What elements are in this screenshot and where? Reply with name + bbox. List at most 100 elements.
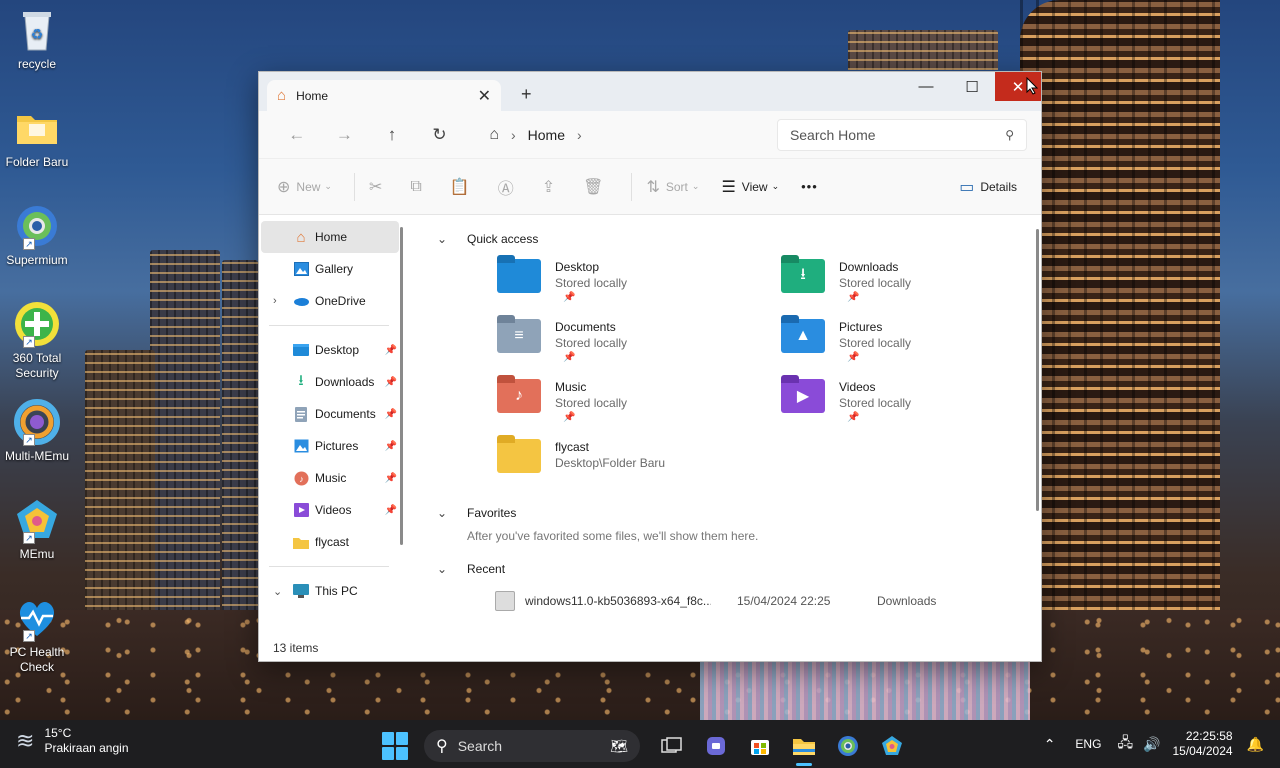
desktop-folder-icon — [497, 255, 541, 293]
svg-text:♻: ♻ — [31, 26, 44, 42]
refresh-icon[interactable]: ↻ — [416, 125, 464, 145]
address-bar[interactable]: ⌂ › Home › — [477, 119, 761, 151]
quick-access-music[interactable]: ♪ Music Stored locally 📌 — [497, 375, 781, 439]
search-highlight-icon: 🗺 — [610, 737, 628, 754]
close-tab-icon[interactable]: ✕ — [478, 86, 491, 106]
sidebar-item-downloads[interactable]: ⭳ Downloads 📌 — [261, 366, 399, 398]
pin-icon[interactable]: 📌 — [385, 345, 397, 356]
quick-access-header[interactable]: ⌄ Quick access — [437, 227, 1041, 251]
quick-access-pictures[interactable]: ▲ Pictures Stored locally 📌 — [781, 315, 1041, 379]
quick-access-documents[interactable]: ≡ Documents Stored locally 📌 — [497, 315, 781, 379]
teams-chat-icon[interactable] — [694, 726, 738, 766]
forward-arrow-icon[interactable]: → — [321, 125, 369, 145]
download-arrow-icon: ⭳ — [298, 371, 304, 389]
search-input[interactable] — [789, 126, 1006, 143]
copy-button[interactable]: ⧉ — [410, 178, 427, 196]
desktop-icon-recycle[interactable]: ♻ recycle — [0, 6, 74, 72]
delete-button[interactable]: 🗑 — [583, 177, 609, 197]
quick-access-desktop[interactable]: Desktop Stored locally 📌 — [497, 255, 781, 319]
pictures-folder-icon: ▲ — [781, 315, 825, 353]
pin-icon[interactable]: 📌 — [385, 441, 397, 452]
pin-icon[interactable]: 📌 — [385, 409, 397, 420]
sidebar-item-music[interactable]: ♪ Music 📌 — [261, 462, 399, 494]
file-explorer-icon[interactable] — [782, 726, 826, 766]
sidebar-item-home[interactable]: ⌂ Home — [261, 221, 399, 253]
sort-button[interactable]: ⇅ Sort ⌄ — [646, 177, 699, 197]
tab-home[interactable]: ⌂ Home ✕ — [267, 80, 501, 111]
back-arrow-icon[interactable]: ← — [273, 125, 321, 145]
details-button[interactable]: ▭ Details — [959, 177, 1017, 197]
chevron-up-icon[interactable]: ⌃ — [1044, 736, 1056, 753]
wind-weather-icon: ≋ — [16, 728, 35, 753]
sidebar-item-gallery[interactable]: Gallery — [261, 253, 399, 285]
up-arrow-icon[interactable]: ↑ — [368, 125, 416, 145]
weather-widget[interactable]: ≋ 15°C Prakiraan angin — [16, 726, 129, 756]
sidebar-item-flycast[interactable]: flycast — [261, 526, 399, 558]
desktop-icon-multi-memu[interactable]: ↗ Multi-MEmu — [0, 398, 74, 464]
search-box[interactable]: ⚲ — [776, 118, 1027, 151]
desktop-icon-supermium[interactable]: ↗ Supermium — [0, 202, 74, 268]
volume-icon[interactable]: 🔊 — [1143, 736, 1160, 753]
rename-button[interactable]: Ⓐ — [498, 175, 520, 199]
chevron-down-icon: ⌄ — [324, 181, 332, 191]
onedrive-cloud-icon — [293, 293, 309, 309]
task-view-icon[interactable] — [650, 726, 694, 766]
quick-access-flycast[interactable]: flycast Desktop\Folder Baru — [497, 435, 781, 499]
content-scrollbar[interactable] — [1036, 229, 1039, 511]
chevron-down-icon: ⌄ — [437, 506, 448, 520]
desktop-icon-360-total-security[interactable]: ↗ 360 Total Security — [0, 300, 74, 381]
folder-icon — [13, 104, 61, 152]
language-indicator[interactable]: ENG — [1075, 737, 1101, 751]
share-button[interactable]: ⇪ — [542, 177, 561, 197]
new-button[interactable]: ⊕ New ⌄ — [277, 177, 332, 197]
paste-button[interactable]: 📋 — [450, 177, 476, 197]
chevron-right-icon[interactable]: › — [273, 295, 277, 307]
taskbar-search[interactable]: ⚲ Search 🗺 — [424, 730, 640, 762]
view-button[interactable]: ☰ View ⌄ — [721, 177, 779, 197]
status-bar: 13 items — [259, 635, 1041, 661]
desktop-icon-folder-baru[interactable]: Folder Baru — [0, 104, 74, 170]
sidebar-item-onedrive[interactable]: › OneDrive — [261, 285, 399, 317]
breadcrumb-home[interactable]: Home — [528, 127, 565, 143]
microsoft-store-icon[interactable] — [738, 726, 782, 766]
sidebar-item-this-pc[interactable]: ⌄ This PC — [261, 575, 399, 607]
notification-bell-icon[interactable]: 🔔 — [1247, 736, 1264, 753]
desktop-folder-icon — [293, 342, 309, 358]
videos-folder-icon: ▶ — [781, 375, 825, 413]
memu-icon[interactable] — [870, 726, 914, 766]
sidebar-item-desktop[interactable]: Desktop 📌 — [261, 334, 399, 366]
pin-icon[interactable]: 📌 — [385, 377, 397, 388]
sidebar-scrollbar[interactable] — [400, 227, 403, 545]
pin-icon: 📌 — [847, 292, 860, 303]
chevron-right-icon[interactable]: › — [577, 127, 582, 143]
desktop-icon-memu[interactable]: ↗ MEmu — [0, 496, 74, 562]
sidebar-item-documents[interactable]: Documents 📌 — [261, 398, 399, 430]
favorites-header[interactable]: ⌄ Favorites — [437, 501, 1041, 525]
pin-icon[interactable]: 📌 — [385, 505, 397, 516]
pin-icon[interactable]: 📌 — [385, 473, 397, 484]
supermium-browser-icon[interactable] — [826, 726, 870, 766]
maximize-button[interactable]: ☐ — [949, 72, 995, 101]
recent-file-row[interactable]: windows11.0-kb5036893-x64_f8c... 15/04/2… — [495, 591, 1041, 611]
quick-access-videos[interactable]: ▶ Videos Stored locally 📌 — [781, 375, 1041, 439]
quick-access-downloads[interactable]: ⭳ Downloads Stored locally 📌 — [781, 255, 1041, 319]
recent-header[interactable]: ⌄ Recent — [437, 557, 1041, 581]
sidebar-item-pictures[interactable]: Pictures 📌 — [261, 430, 399, 462]
chevron-down-icon[interactable]: ⌄ — [273, 585, 282, 598]
content-pane: ⌄ Quick access Desktop Stored locally 📌 ⭳ … — [409, 215, 1041, 635]
navigation-pane: ⌂ Home Gallery › OneDrive Desktop 📌 ⭳ Do… — [259, 215, 409, 635]
see-more-button[interactable]: ••• — [801, 179, 818, 194]
minimize-button[interactable]: — — [903, 72, 949, 101]
recycle-bin-icon: ♻ — [13, 6, 61, 54]
clock[interactable]: 22:25:58 15/04/2024 — [1173, 729, 1233, 759]
documents-folder-icon: ≡ — [497, 315, 541, 353]
new-tab-button[interactable]: + — [521, 84, 532, 105]
desktop-icon-pc-health-check[interactable]: ↗ PC Health Check — [0, 594, 74, 675]
sidebar-item-videos[interactable]: Videos 📌 — [261, 494, 399, 526]
network-icon[interactable]: 🖧 — [1117, 732, 1133, 756]
start-button[interactable] — [382, 732, 410, 760]
shortcut-arrow-icon: ↗ — [23, 238, 35, 250]
plus-circle-icon: ⊕ — [277, 178, 291, 196]
chevron-down-icon: ⌄ — [691, 181, 700, 191]
cut-button[interactable]: ✂ — [369, 177, 388, 197]
